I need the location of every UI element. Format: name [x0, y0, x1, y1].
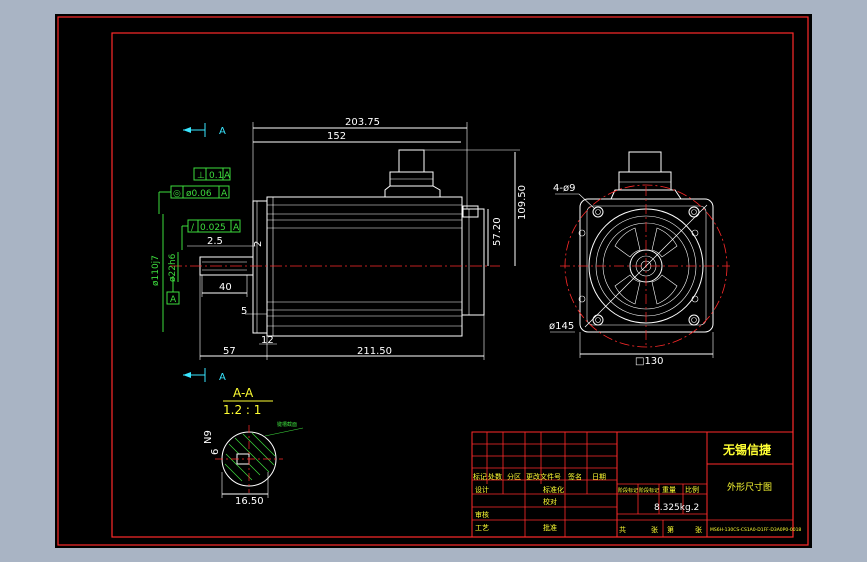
top-connector	[384, 149, 441, 197]
dim-57-20: 57.20	[487, 209, 503, 266]
svg-text:40: 40	[219, 282, 232, 293]
svg-text:16.50: 16.50	[235, 496, 264, 507]
svg-text:0.025: 0.025	[200, 223, 226, 233]
svg-text:标记: 标记	[473, 472, 487, 481]
motor-body	[266, 196, 463, 337]
part-number: MS6H-130CS-CS1A0-D1FF-D3A0P0-0018	[710, 527, 801, 533]
dim-flange: □130	[579, 332, 714, 367]
inner-frame	[111, 32, 794, 538]
dim-2-5: 2.5	[187, 236, 255, 247]
drawing-name: 外形尺寸图	[727, 481, 772, 493]
svg-text:签名: 签名	[568, 472, 582, 481]
svg-text:A: A	[170, 295, 177, 305]
svg-text:共: 共	[619, 525, 626, 534]
svg-text:1.2 : 1: 1.2 : 1	[223, 403, 261, 417]
svg-text:第: 第	[667, 525, 674, 534]
svg-text:比例: 比例	[685, 485, 699, 494]
svg-text:6: 6	[210, 449, 221, 455]
svg-text:57.20: 57.20	[492, 217, 503, 246]
svg-text:重量: 重量	[662, 486, 676, 494]
svg-text:4-ø9: 4-ø9	[553, 183, 575, 194]
dim-211-50: 211.50	[266, 315, 485, 360]
svg-text:5: 5	[241, 306, 247, 317]
svg-text:109.50: 109.50	[517, 185, 528, 220]
dim-5: 5	[241, 306, 267, 317]
dim-pilot-dia: ø110j7	[151, 214, 164, 332]
svg-text:张: 张	[695, 525, 702, 534]
svg-text:A: A	[224, 171, 231, 181]
svg-text:工艺: 工艺	[475, 524, 489, 532]
dim-key-width: N9	[203, 430, 214, 444]
svg-text:A-A: A-A	[233, 386, 254, 400]
dim-203-75: 203.75	[252, 117, 468, 209]
rear-cap	[461, 208, 485, 316]
section-marker-top: A	[183, 123, 226, 137]
company-name: 无锡信捷	[722, 442, 772, 457]
svg-text:⊥: ⊥	[197, 171, 205, 181]
svg-text:A: A	[219, 372, 226, 383]
dim-109-50: 109.50	[424, 149, 528, 266]
svg-text:日期: 日期	[592, 473, 606, 481]
side-view: A A 203.75 152 109.50 57.20 ⊥ 0.1 A ◎ ø0…	[151, 117, 528, 383]
dim-key-depth: 6	[210, 449, 221, 455]
svg-text:152: 152	[327, 131, 346, 142]
drawing-canvas: A A 203.75 152 109.50 57.20 ⊥ 0.1 A ◎ ø0…	[55, 14, 812, 548]
dim-152: 152	[253, 131, 461, 143]
section-aa: A-A 1.2 : 1 N9 6 键槽截面 16.50	[203, 386, 304, 507]
svg-text:2.5: 2.5	[207, 236, 223, 247]
title-block: 无锡信捷 外形尺寸图 MS6H-130CS-CS1A0-D1FF-D3A0P0-…	[471, 431, 801, 538]
svg-text:键槽截面: 键槽截面	[277, 421, 297, 428]
weight-value: 8.325kg.2	[654, 503, 699, 513]
rear-connector	[462, 205, 479, 218]
svg-text:更改文件号: 更改文件号	[526, 472, 561, 481]
tolerance-perpendicularity: ⊥ 0.1 A	[193, 167, 231, 181]
svg-text:A: A	[221, 189, 228, 199]
svg-text:2: 2	[253, 241, 264, 247]
front-view: 4-ø9 ø145 □130	[549, 151, 730, 367]
svg-text:设计: 设计	[475, 485, 489, 494]
svg-text:A: A	[219, 126, 226, 137]
svg-text:分区: 分区	[507, 472, 521, 481]
svg-text:ø110j7: ø110j7	[151, 255, 161, 286]
svg-text:A: A	[233, 223, 240, 233]
svg-text:批准: 批准	[543, 523, 557, 532]
svg-text:0.1: 0.1	[209, 171, 223, 181]
dim-2: 2	[253, 241, 264, 247]
svg-text:张: 张	[651, 525, 658, 534]
section-marker-bottom: A	[183, 368, 226, 383]
svg-text:□130: □130	[635, 356, 664, 367]
svg-text:校对: 校对	[543, 497, 557, 506]
svg-text:阶段标记: 阶段标记	[618, 487, 638, 494]
svg-text:12: 12	[261, 335, 274, 346]
front-flange	[252, 200, 268, 334]
svg-text:阶段标记: 阶段标记	[639, 487, 659, 494]
dim-bolt-circle: ø145	[549, 321, 575, 333]
svg-text:审核: 审核	[475, 510, 489, 519]
tolerance-concentricity: ◎ ø0.06 A	[158, 185, 230, 214]
svg-text:处数: 处数	[488, 472, 502, 481]
svg-text:ø145: ø145	[549, 321, 574, 332]
svg-text:标准化: 标准化	[543, 485, 564, 494]
svg-text:N9: N9	[203, 430, 214, 444]
svg-text:203.75: 203.75	[345, 117, 380, 128]
dim-holes: 4-ø9	[553, 183, 596, 210]
svg-text:57: 57	[223, 346, 236, 357]
svg-text:211.50: 211.50	[357, 346, 392, 357]
section-note: 键槽截面	[264, 421, 304, 437]
dim-40: 40	[201, 275, 248, 297]
svg-text:◎: ◎	[173, 189, 181, 199]
dim-12: 12	[259, 335, 277, 346]
svg-text:ø0.06: ø0.06	[186, 189, 212, 199]
